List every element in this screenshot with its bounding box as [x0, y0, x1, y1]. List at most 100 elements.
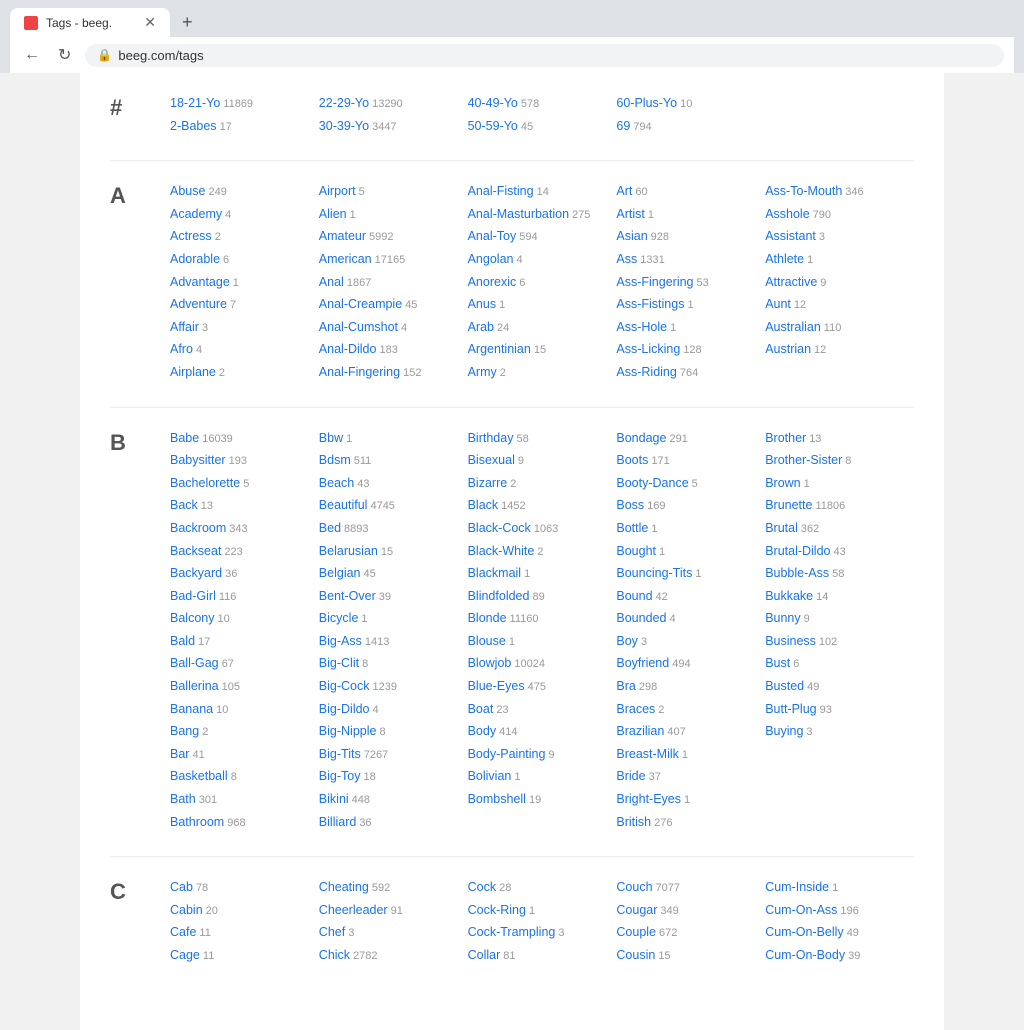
tag-link[interactable]: Ass-To-Mouth [765, 181, 842, 201]
tag-link[interactable]: Adventure [170, 294, 227, 314]
tag-link[interactable]: Basketball [170, 766, 228, 786]
tag-link[interactable]: Bunny [765, 608, 800, 628]
tag-link[interactable]: Asshole [765, 204, 809, 224]
tag-link[interactable]: Cheerleader [319, 900, 388, 920]
tag-link[interactable]: Bathroom [170, 812, 224, 832]
tag-link[interactable]: Cum-On-Belly [765, 922, 844, 942]
tag-link[interactable]: Ass-Riding [616, 362, 676, 382]
tag-link[interactable]: Cage [170, 945, 200, 965]
tag-link[interactable]: Amateur [319, 226, 366, 246]
tag-link[interactable]: Cock-Ring [468, 900, 526, 920]
tag-link[interactable]: Academy [170, 204, 222, 224]
tag-link[interactable]: Ass-Licking [616, 339, 680, 359]
tag-link[interactable]: Brother-Sister [765, 450, 842, 470]
active-tab[interactable]: Tags - beeg. ✕ [10, 8, 170, 37]
tag-link[interactable]: Bra [616, 676, 635, 696]
nav-back-button[interactable]: ← [20, 44, 44, 66]
tag-link[interactable]: Bottle [616, 518, 648, 538]
tag-link[interactable]: Black-White [468, 541, 535, 561]
tag-link[interactable]: Cougar [616, 900, 657, 920]
tag-link[interactable]: Bisexual [468, 450, 515, 470]
tag-link[interactable]: Bicycle [319, 608, 359, 628]
tag-link[interactable]: Cafe [170, 922, 196, 942]
tag-link[interactable]: Bdsm [319, 450, 351, 470]
tag-link[interactable]: Bubble-Ass [765, 563, 829, 583]
tag-link[interactable]: Cum-On-Body [765, 945, 845, 965]
tag-link[interactable]: Anal [319, 272, 344, 292]
tag-link[interactable]: Big-Tits [319, 744, 361, 764]
tag-link[interactable]: Alien [319, 204, 347, 224]
tag-link[interactable]: 69 [616, 116, 630, 136]
tag-link[interactable]: Blowjob [468, 653, 512, 673]
tag-link[interactable]: Ballerina [170, 676, 219, 696]
tag-link[interactable]: Bed [319, 518, 341, 538]
tag-link[interactable]: Boat [468, 699, 494, 719]
tag-link[interactable]: 30-39-Yo [319, 116, 369, 136]
tag-link[interactable]: Anal-Fingering [319, 362, 400, 382]
tag-link[interactable]: Body [468, 721, 497, 741]
tag-link[interactable]: Bondage [616, 428, 666, 448]
tag-link[interactable]: 50-59-Yo [468, 116, 518, 136]
tag-link[interactable]: Abuse [170, 181, 205, 201]
tag-link[interactable]: Blindfolded [468, 586, 530, 606]
tag-link[interactable]: Ass-Hole [616, 317, 667, 337]
tag-link[interactable]: Arab [468, 317, 494, 337]
tag-link[interactable]: Cum-On-Ass [765, 900, 837, 920]
nav-reload-button[interactable]: ↻ [54, 43, 75, 67]
tag-link[interactable]: Affair [170, 317, 199, 337]
tag-link[interactable]: Bachelorette [170, 473, 240, 493]
tag-link[interactable]: Cock-Trampling [468, 922, 556, 942]
tag-link[interactable]: Australian [765, 317, 821, 337]
tag-link[interactable]: Billiard [319, 812, 357, 832]
tag-link[interactable]: Ass-Fistings [616, 294, 684, 314]
tab-close-button[interactable]: ✕ [144, 14, 156, 31]
tag-link[interactable]: Booty-Dance [616, 473, 688, 493]
tag-link[interactable]: Anal-Creampie [319, 294, 402, 314]
tag-link[interactable]: Big-Clit [319, 653, 359, 673]
tag-link[interactable]: 60-Plus-Yo [616, 93, 677, 113]
tag-link[interactable]: Boss [616, 495, 644, 515]
tag-link[interactable]: Belarusian [319, 541, 378, 561]
tag-link[interactable]: Chick [319, 945, 350, 965]
tag-link[interactable]: Braces [616, 699, 655, 719]
tag-link[interactable]: Bride [616, 766, 645, 786]
tag-link[interactable]: Bombshell [468, 789, 526, 809]
tag-link[interactable]: Cock [468, 877, 496, 897]
tag-link[interactable]: Big-Dildo [319, 699, 370, 719]
tag-link[interactable]: Busted [765, 676, 804, 696]
tag-link[interactable]: Assistant [765, 226, 816, 246]
tag-link[interactable]: Art [616, 181, 632, 201]
tag-link[interactable]: Backseat [170, 541, 221, 561]
tag-link[interactable]: Anal-Toy [468, 226, 517, 246]
tag-link[interactable]: Black-Cock [468, 518, 531, 538]
tag-link[interactable]: 22-29-Yo [319, 93, 369, 113]
tag-link[interactable]: Bounded [616, 608, 666, 628]
tag-link[interactable]: 18-21-Yo [170, 93, 220, 113]
tag-link[interactable]: Cab [170, 877, 193, 897]
tag-link[interactable]: Bar [170, 744, 189, 764]
tag-link[interactable]: Collar [468, 945, 501, 965]
tag-link[interactable]: Boyfriend [616, 653, 669, 673]
tag-link[interactable]: Backyard [170, 563, 222, 583]
tag-link[interactable]: Bizarre [468, 473, 508, 493]
tag-link[interactable]: Brunette [765, 495, 812, 515]
tag-link[interactable]: Boy [616, 631, 638, 651]
tag-link[interactable]: Cheating [319, 877, 369, 897]
tag-link[interactable]: Big-Ass [319, 631, 362, 651]
tag-link[interactable]: Babe [170, 428, 199, 448]
tag-link[interactable]: Anal-Cumshot [319, 317, 398, 337]
tag-link[interactable]: Bolivian [468, 766, 512, 786]
tag-link[interactable]: Babysitter [170, 450, 226, 470]
tag-link[interactable]: Bath [170, 789, 196, 809]
tag-link[interactable]: Advantage [170, 272, 230, 292]
tag-link[interactable]: Bought [616, 541, 656, 561]
tag-link[interactable]: Artist [616, 204, 644, 224]
address-box[interactable]: 🔒 beeg.com/tags [85, 44, 1004, 67]
tag-link[interactable]: Couple [616, 922, 656, 942]
tag-link[interactable]: Anal-Masturbation [468, 204, 569, 224]
tag-link[interactable]: Cum-Inside [765, 877, 829, 897]
tag-link[interactable]: Adorable [170, 249, 220, 269]
tag-link[interactable]: Ball-Gag [170, 653, 219, 673]
tag-link[interactable]: Bad-Girl [170, 586, 216, 606]
tag-link[interactable]: Army [468, 362, 497, 382]
